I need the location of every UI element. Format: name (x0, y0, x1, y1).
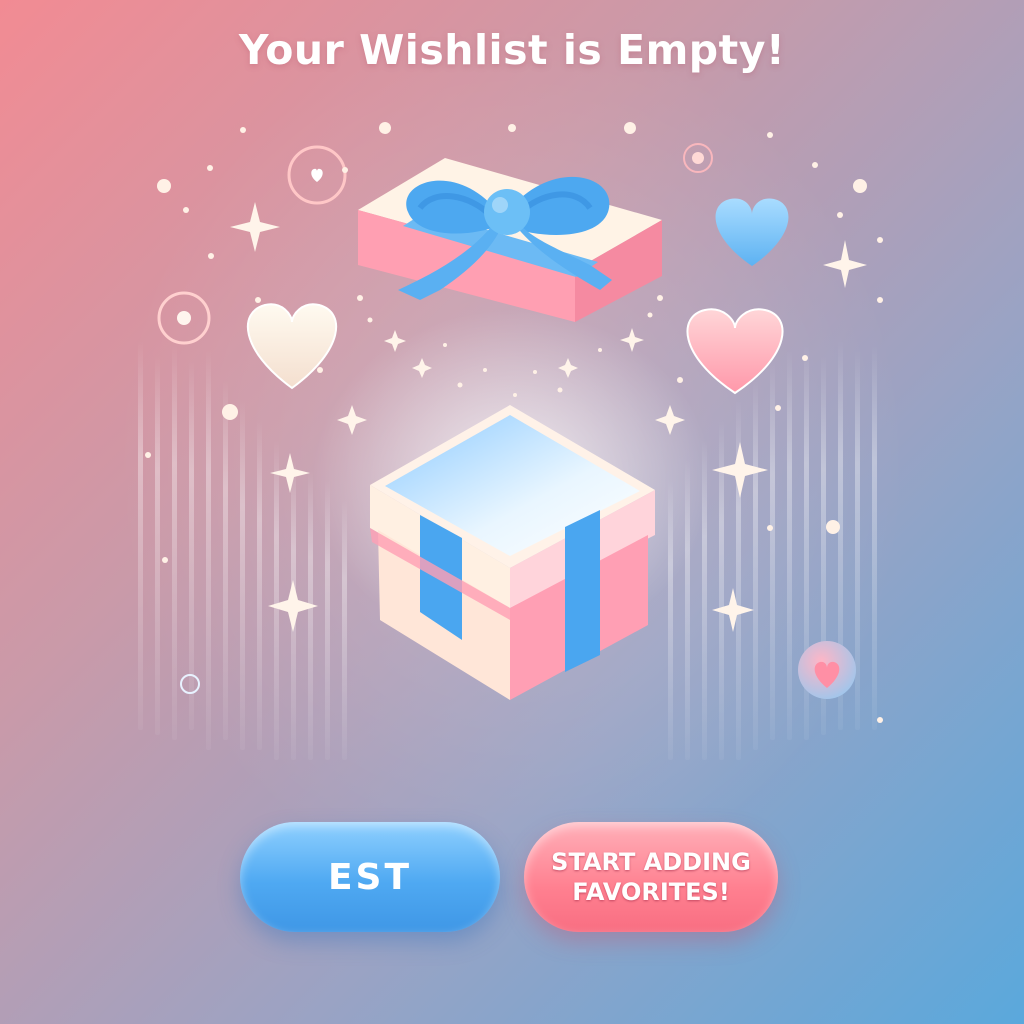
dot-icon (853, 179, 867, 193)
dot-icon (877, 237, 883, 243)
dot-icon (677, 377, 683, 383)
dot-icon (255, 297, 261, 303)
dot-icon (443, 343, 447, 347)
dot-icon (367, 317, 373, 323)
est-button-label: EST (327, 856, 413, 898)
dot-icon (598, 348, 602, 352)
start-adding-favorites-button[interactable]: START ADDING FAVORITES! (524, 822, 778, 932)
dot-icon (877, 717, 883, 723)
sparkle-icon (712, 588, 754, 632)
circle-ring-icon (157, 291, 211, 345)
heart-orb-icon (798, 641, 856, 699)
dot-icon (837, 212, 843, 218)
heart-icon (686, 308, 784, 395)
dot-icon (222, 404, 238, 420)
dot-icon (812, 162, 818, 168)
dot-icon (457, 382, 463, 388)
dot-icon (183, 207, 189, 213)
circle-ring-icon (683, 143, 713, 173)
sparkle-icon (230, 202, 280, 252)
dot-icon (647, 312, 653, 318)
dot-icon (826, 520, 840, 534)
dot-icon (317, 367, 323, 373)
heart-icon (246, 303, 338, 390)
dot-icon (624, 122, 636, 134)
dot-icon (557, 387, 563, 393)
dot-icon (508, 124, 516, 132)
dot-icon (208, 253, 214, 259)
dot-icon (379, 122, 391, 134)
start-adding-favorites-label: START ADDING FAVORITES! (551, 848, 751, 906)
dot-icon (767, 525, 773, 531)
stripe-pattern-left (138, 340, 347, 760)
dot-icon (877, 297, 883, 303)
dot-icon (357, 295, 363, 301)
gift-lid-with-bow-icon (358, 158, 662, 322)
est-button[interactable]: EST (240, 822, 500, 932)
empty-wishlist-illustration (138, 122, 883, 760)
heart-icon (715, 198, 789, 266)
dot-icon (657, 295, 663, 301)
dot-icon (802, 355, 808, 361)
dot-icon (513, 393, 517, 397)
circle-ring-icon (287, 145, 347, 205)
stripe-pattern-right (668, 340, 877, 760)
dot-icon (483, 368, 487, 372)
dot-icon (342, 167, 348, 173)
dot-icon (775, 405, 781, 411)
dot-icon (533, 370, 537, 374)
dot-icon (207, 165, 213, 171)
dot-icon (162, 557, 168, 563)
dot-icon (145, 452, 151, 458)
sparkle-icon (823, 240, 867, 288)
dot-icon (240, 127, 246, 133)
dot-icon (157, 179, 171, 193)
dot-icon (767, 132, 773, 138)
